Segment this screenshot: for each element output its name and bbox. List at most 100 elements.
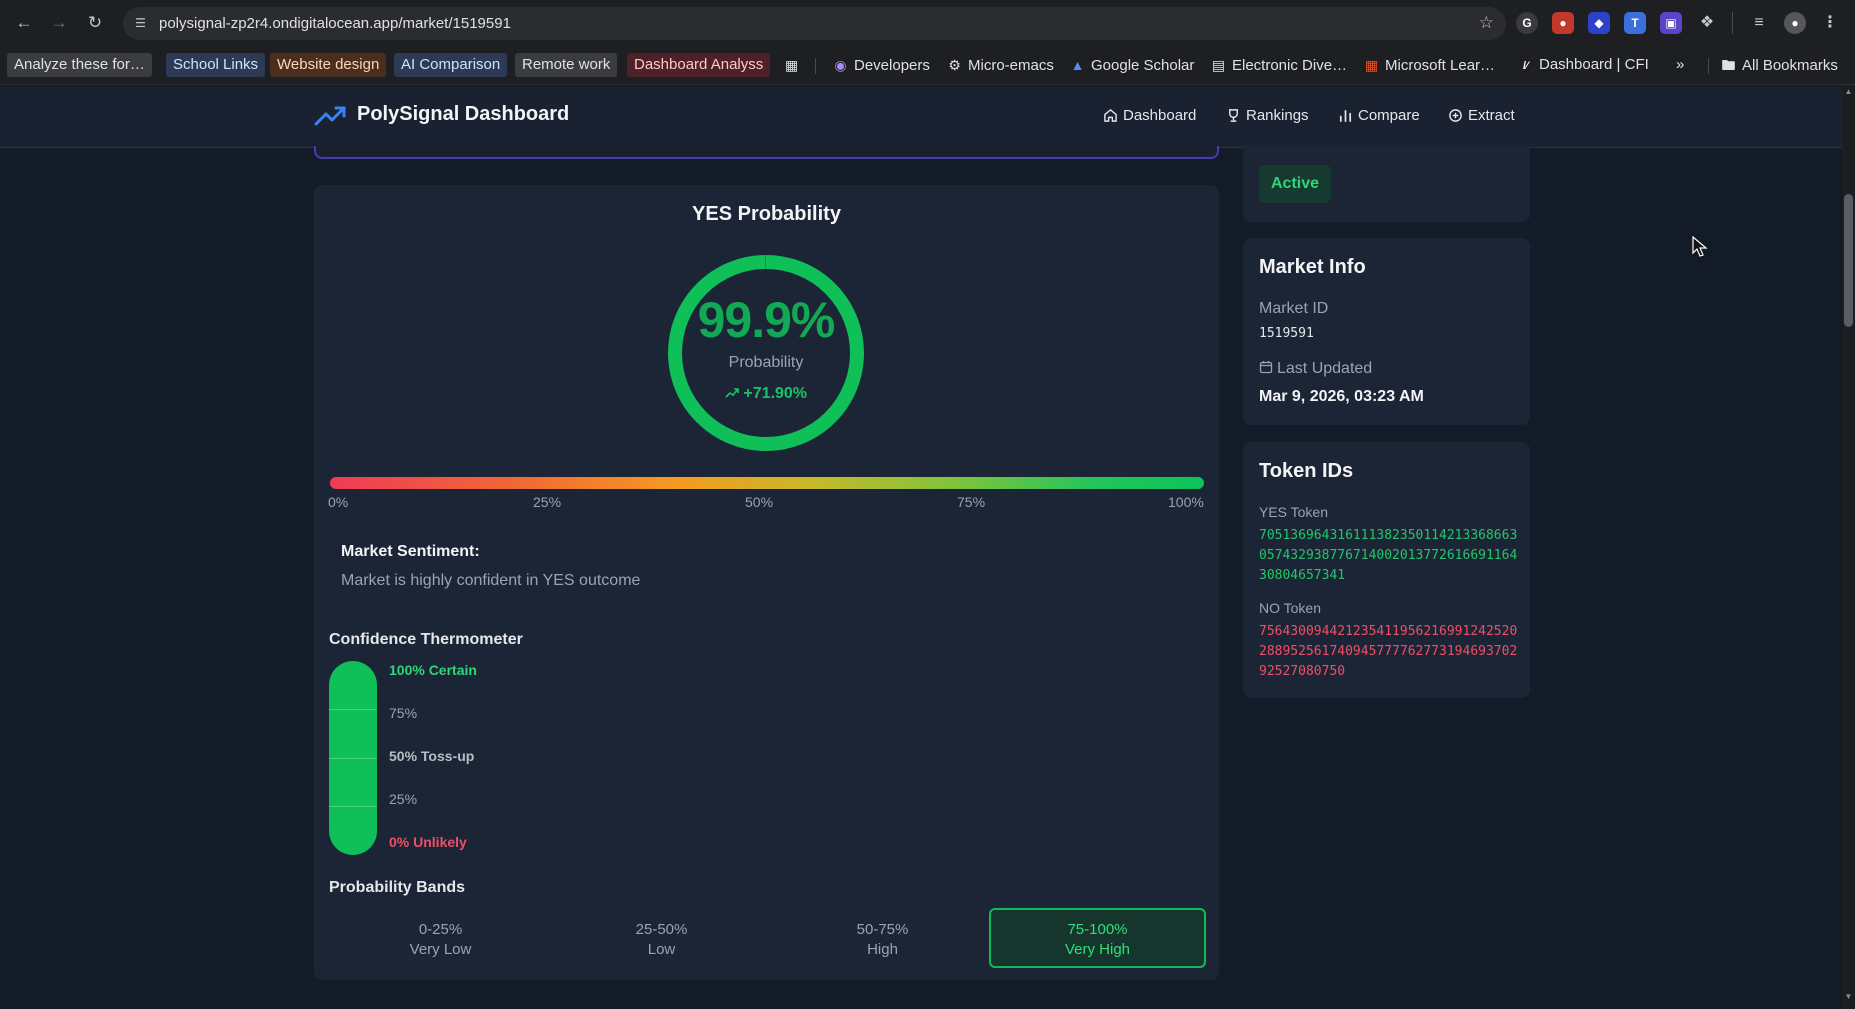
bookmark-google-scholar[interactable]: ▲ Google Scholar <box>1063 53 1201 77</box>
nav-extract[interactable]: Extract <box>1448 104 1515 128</box>
probability-card: YES Probability 99.9% Probability +71.90… <box>314 185 1219 980</box>
band-label: Low <box>647 941 676 958</box>
yes-token-value[interactable]: 7051369643161113823501142133686630574329… <box>1259 526 1521 586</box>
page-scrollbar[interactable]: ▲ ▼ <box>1842 86 1855 1009</box>
browser-menu-icon[interactable]: ⋮ <box>1822 12 1838 34</box>
apps-grid-icon[interactable]: ▦ <box>778 53 805 77</box>
scroll-up-icon[interactable]: ▲ <box>1842 86 1855 98</box>
band-low[interactable]: 25-50% Low <box>553 908 770 968</box>
nav-compare[interactable]: Compare <box>1338 104 1420 128</box>
scale-label-25: 25% <box>533 494 562 510</box>
token-ids-card: Token IDs YES Token 70513696431611138235… <box>1243 442 1530 698</box>
bookmark-website-design[interactable]: Website design <box>270 53 387 77</box>
band-range: 0-25% <box>418 921 463 938</box>
scale-label-75: 75% <box>957 494 986 510</box>
extensions-puzzle-icon[interactable]: ❖ <box>1696 12 1718 34</box>
reload-icon[interactable]: ↻ <box>84 12 106 34</box>
band-very-low[interactable]: 0-25% Very Low <box>332 908 549 968</box>
bookmarks-divider <box>815 58 816 74</box>
sentiment-title: Market Sentiment: <box>341 543 480 560</box>
scroll-down-icon[interactable]: ▼ <box>1842 991 1855 1003</box>
no-token-value[interactable]: 7564300944212354119562169912425202889525… <box>1259 622 1521 682</box>
thermometer-label-tossup: 50% Toss-up <box>389 748 475 764</box>
thermometer-label-unlikely: 0% Unlikely <box>389 834 467 850</box>
nav-dashboard[interactable]: Dashboard <box>1103 104 1196 128</box>
market-info-title: Market Info <box>1259 256 1366 278</box>
browser-toolbar: ← → ↻ ☰ polysignal-zp2r4.ondigitalocean.… <box>0 0 1855 47</box>
yes-token-label: YES Token <box>1259 504 1329 520</box>
scale-label-100: 100% <box>1168 494 1204 510</box>
probability-label: Probability <box>728 354 804 371</box>
thermometer-label-certain: 100% Certain <box>389 662 477 678</box>
last-updated-value: Mar 9, 2026, 03:23 AM <box>1259 388 1424 405</box>
bookmark-dashboard-analyss[interactable]: Dashboard Analyss <box>627 53 771 77</box>
purple-extension-icon[interactable]: ▣ <box>1660 12 1682 34</box>
trophy-icon <box>1229 109 1238 122</box>
bookmark-label: All Bookmarks <box>1742 57 1838 74</box>
grammarly-extension-icon[interactable]: G <box>1516 12 1538 34</box>
address-bar[interactable]: ☰ polysignal-zp2r4.ondigitalocean.app/ma… <box>123 7 1506 40</box>
document-icon: ▤ <box>1211 57 1226 73</box>
bookmarks-divider <box>1708 58 1709 74</box>
nav-label: Dashboard <box>1123 107 1197 124</box>
thermometer-label-25: 25% <box>389 791 418 807</box>
toolbar-divider <box>1732 12 1733 34</box>
home-icon <box>1104 109 1117 122</box>
band-label: Very High <box>1064 941 1131 958</box>
plus-circle-icon <box>1449 109 1462 122</box>
reading-list-icon[interactable]: ≡ <box>1748 12 1770 34</box>
back-icon[interactable]: ← <box>13 12 35 34</box>
probability-change: +71.90% <box>666 385 866 403</box>
bookmark-micro-emacs[interactable]: ⚙ Micro-emacs <box>940 53 1061 77</box>
market-id-label: Market ID <box>1259 300 1329 317</box>
bookmark-microsoft-learn[interactable]: ▦ Microsoft Lear… <box>1357 53 1502 77</box>
more-bookmarks-button[interactable]: » <box>1669 53 1691 77</box>
question-card-bottom-edge <box>314 146 1219 159</box>
band-range: 50-75% <box>856 921 909 938</box>
bookmark-star-icon[interactable]: ☆ <box>1479 13 1494 33</box>
shield-extension-icon[interactable]: ◆ <box>1588 12 1610 34</box>
site-settings-icon[interactable]: ☰ <box>132 15 149 32</box>
all-bookmarks-button[interactable]: 🖿 All Bookmarks <box>1714 53 1845 77</box>
forward-icon[interactable]: → <box>48 12 70 34</box>
bookmark-label: Electronic Dive… <box>1232 57 1348 74</box>
trending-up-icon <box>314 106 346 126</box>
url-text[interactable]: polysignal-zp2r4.ondigitalocean.app/mark… <box>159 15 511 32</box>
bookmark-label: Microsoft Lear… <box>1385 57 1496 74</box>
bookmark-remote-work[interactable]: Remote work <box>515 53 618 77</box>
band-label: High <box>867 941 898 958</box>
app-title[interactable]: PolySignal Dashboard <box>357 103 569 126</box>
thermometer-tick <box>329 758 377 759</box>
band-very-high[interactable]: 75-100% Very High <box>989 908 1206 968</box>
bookmark-electronic-dive[interactable]: ▤ Electronic Dive… <box>1204 53 1354 77</box>
confidence-thermometer <box>329 661 377 855</box>
nav-rankings[interactable]: Rankings <box>1226 104 1309 128</box>
band-range: 75-100% <box>1067 921 1128 938</box>
bookmark-label: Developers <box>854 57 930 74</box>
sentiment-text: Market is highly confident in YES outcom… <box>341 572 641 589</box>
app-header: PolySignal Dashboard Dashboard Rankings … <box>0 86 1842 148</box>
bookmark-developers[interactable]: ◉ Developers <box>826 53 937 77</box>
bookmark-ai-comparison[interactable]: AI Comparison <box>394 53 508 77</box>
market-info-card: Market Info Market ID 1519591 Last Updat… <box>1243 238 1530 425</box>
band-label: Very Low <box>409 941 472 958</box>
scrollbar-thumb[interactable] <box>1844 194 1853 327</box>
profile-avatar[interactable]: ● <box>1784 12 1806 34</box>
status-card: Active <box>1243 146 1530 222</box>
bookmark-school-links[interactable]: School Links <box>166 53 266 77</box>
bookmark-analyze[interactable]: Analyze these for… <box>7 53 152 77</box>
band-range: 25-50% <box>635 921 688 938</box>
thermometer-label-75: 75% <box>389 705 418 721</box>
market-id-value: 1519591 <box>1259 326 1314 341</box>
band-high[interactable]: 50-75% High <box>774 908 991 968</box>
nav-label: Rankings <box>1246 107 1309 124</box>
translate-extension-icon[interactable]: T <box>1624 12 1646 34</box>
red-extension-icon[interactable]: ● <box>1552 12 1574 34</box>
bands-title: Probability Bands <box>329 879 466 896</box>
probability-gradient-bar <box>330 477 1204 489</box>
last-updated-text: Last Updated <box>1277 360 1373 377</box>
bookmark-dashboard-cfi[interactable]: /⁄ Dashboard | CFI <box>1511 53 1656 77</box>
probability-title: YES Probability <box>692 203 841 225</box>
thermometer-title: Confidence Thermometer <box>329 631 523 648</box>
probability-ring <box>668 255 864 451</box>
